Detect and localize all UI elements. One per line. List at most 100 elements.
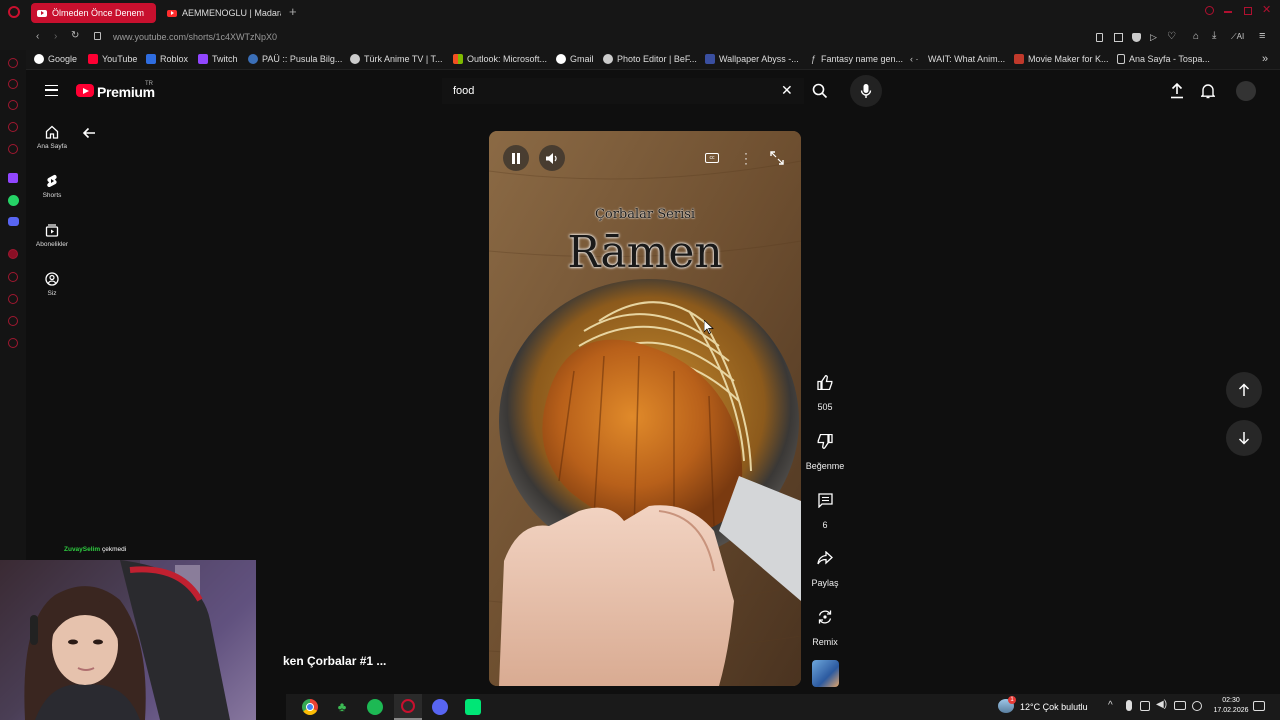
sidebar-messenger-icon[interactable] (8, 144, 18, 154)
bookmark-page-icon[interactable] (1096, 33, 1103, 42)
notification-center-icon[interactable] (1253, 701, 1265, 711)
sidebar-aria-icon[interactable] (8, 79, 18, 89)
taskbar-discord-icon[interactable] (432, 699, 448, 715)
taskbar-app-icon[interactable]: ♣ (334, 699, 350, 715)
back-icon[interactable]: ‹ (36, 31, 39, 42)
clear-search-icon[interactable]: ✕ (781, 82, 793, 99)
bookmark-roblox[interactable]: Roblox (146, 54, 188, 64)
new-tab-icon[interactable]: + (289, 4, 297, 19)
adblock-shield-icon[interactable] (1132, 33, 1141, 42)
avatar[interactable] (1236, 81, 1256, 101)
bookmark-photo-editor[interactable]: Photo Editor | BeF... (603, 54, 697, 64)
like-button[interactable]: 505 (805, 368, 845, 412)
sidebar-speed-dial-icon[interactable] (8, 58, 18, 68)
search-box[interactable] (442, 78, 804, 104)
sidebar-settings-icon[interactable] (8, 338, 18, 348)
taskbar-clock[interactable]: 02:30 17.02.2026 (1208, 696, 1254, 716)
heart-icon[interactable]: ♡ (1167, 31, 1176, 42)
nav-home[interactable]: Ana Sayfa (26, 125, 78, 150)
sidebar-history-icon[interactable] (8, 272, 18, 282)
taskbar-spotify-icon[interactable] (367, 699, 383, 715)
captions-icon[interactable]: cc (705, 153, 719, 163)
bookmark-pau[interactable]: PAÜ :: Pusula Bilg... (248, 54, 342, 64)
search-input[interactable]: food (453, 85, 474, 97)
bookmark-twitch[interactable]: Twitch (198, 54, 238, 64)
nav-shorts[interactable]: Shorts (26, 174, 78, 199)
minimize-icon[interactable] (1224, 11, 1232, 13)
bookmark-turk-anime[interactable]: Türk Anime TV | T... (350, 54, 443, 64)
remix-button[interactable]: Remix (805, 603, 845, 647)
forward-icon[interactable]: › (54, 31, 57, 42)
tray-app-icon[interactable] (1140, 701, 1150, 711)
voice-search-button[interactable] (850, 75, 882, 107)
tab-active[interactable]: Ölmeden Önce Denem (31, 3, 156, 23)
dislike-button[interactable]: Beğenme (805, 427, 845, 471)
next-short-button[interactable] (1226, 420, 1262, 456)
sound-thumbnail[interactable] (812, 660, 839, 687)
more-bookmarks-icon[interactable]: » (1262, 53, 1268, 65)
easy-setup-icon[interactable]: ≡ (1259, 30, 1265, 42)
tray-network-icon[interactable] (1174, 701, 1186, 710)
tray-volume-icon[interactable]: ◀) (1156, 699, 1167, 710)
bookmark-ana-sayfa[interactable]: Ana Sayfa - Tospa... (1117, 54, 1210, 64)
sidebar-downloads-icon[interactable] (8, 316, 18, 326)
sidebar-pinboard-icon[interactable] (8, 294, 18, 304)
bookmark-label: WAIT: What Anim... (928, 54, 1006, 64)
pause-button[interactable] (503, 145, 529, 171)
tab-label: AEMMENOGLU | Madara (182, 8, 281, 18)
nav-label: Ana Sayfa (37, 143, 67, 150)
maximize-icon[interactable] (1244, 7, 1252, 15)
tray-sync-icon[interactable] (1192, 701, 1202, 711)
short-title[interactable]: ken Çorbalar #1 ... (283, 654, 386, 668)
weather-text[interactable]: 12°C Çok bulutlu (1020, 702, 1088, 712)
bookmark-wait[interactable]: ‹ · WAIT: What Anim... (910, 54, 1005, 64)
microphone-icon (860, 84, 872, 98)
opera-logo-icon[interactable] (8, 6, 20, 18)
aria-ai-button[interactable]: ⟋AI (1231, 32, 1244, 42)
nav-you[interactable]: Siz (26, 272, 78, 297)
hamburger-menu-icon[interactable] (45, 85, 58, 96)
share-button[interactable]: Paylaş (805, 544, 845, 588)
taskbar-obs-icon[interactable] (465, 699, 481, 715)
play-icon[interactable]: ▷ (1150, 32, 1157, 43)
reload-icon[interactable]: ↻ (71, 30, 79, 41)
pau-icon (248, 54, 258, 64)
bookmark-wallpaper[interactable]: Wallpaper Abyss -... (705, 54, 799, 64)
notifications-bell-icon[interactable] (1201, 83, 1215, 99)
sidebar-news-icon[interactable] (8, 122, 18, 132)
bookmark-outlook[interactable]: Outlook: Microsoft... (453, 54, 547, 64)
sidebar-twitch-icon[interactable] (8, 173, 18, 183)
comments-button[interactable]: 6 (805, 486, 845, 530)
fullscreen-icon[interactable] (770, 151, 784, 165)
snapshot-icon[interactable] (1114, 33, 1123, 42)
tray-microphone-icon[interactable] (1126, 700, 1132, 711)
more-options-icon[interactable]: · · · (744, 147, 748, 169)
tab-madara[interactable]: AEMMENOGLU | Madara (161, 3, 281, 23)
bookmark-google[interactable]: Google (34, 54, 77, 64)
sidebar-whatsapp-icon[interactable] (8, 195, 19, 206)
search-icon[interactable] (812, 83, 828, 99)
sidebar-music-icon[interactable] (8, 249, 18, 259)
like-count: 505 (817, 402, 833, 412)
taskbar-opera-button[interactable] (394, 694, 422, 720)
tray-chevron-icon[interactable]: ^ (1108, 700, 1113, 711)
url-field[interactable]: www.youtube.com/shorts/1c4XWTzNpX0 (113, 32, 277, 42)
taskbar-chrome-icon[interactable] (302, 699, 318, 715)
bookmark-gmail[interactable]: Gmail (556, 54, 594, 64)
opera-menu-icon[interactable] (1205, 6, 1214, 15)
close-window-icon[interactable]: ✕ (1262, 3, 1271, 16)
extensions-icon[interactable]: ⌂ (1193, 31, 1199, 42)
back-arrow-icon[interactable] (82, 127, 96, 139)
volume-button[interactable] (539, 145, 565, 171)
bookmark-fantasy[interactable]: ƒ Fantasy name gen... (811, 54, 903, 64)
sidebar-discord-icon[interactable] (8, 217, 19, 226)
nav-subscriptions[interactable]: Abonelikler (26, 223, 78, 248)
bookmark-youtube[interactable]: YouTube (88, 54, 137, 64)
upload-icon[interactable] (1170, 83, 1184, 99)
bookmark-movie-maker[interactable]: Movie Maker for K... (1014, 54, 1109, 64)
sidebar-home-icon[interactable] (8, 100, 18, 110)
youtube-logo-icon[interactable] (76, 84, 94, 97)
shorts-video-player[interactable]: Çorbalar Serisi Rāmen cc · · · (489, 131, 801, 686)
download-icon[interactable]: ⤓ (1212, 30, 1216, 41)
previous-short-button[interactable] (1226, 372, 1262, 408)
